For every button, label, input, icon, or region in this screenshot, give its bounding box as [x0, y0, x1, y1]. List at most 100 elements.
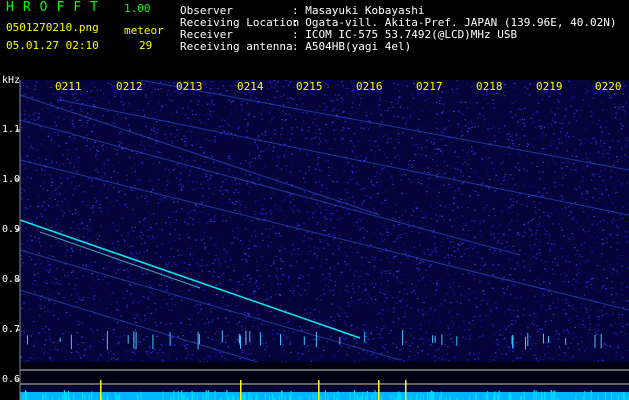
signal-strength-bar	[475, 394, 478, 400]
signal-strength-bar	[582, 396, 584, 400]
signal-strength-bar	[23, 394, 25, 400]
signal-strength-bar	[497, 394, 499, 400]
signal-strength-bar	[597, 395, 599, 400]
signal-strength-bar	[324, 390, 326, 400]
file-timestamp: 05.01.27 02:10	[6, 39, 99, 52]
freq-tick-label: 0.8	[2, 274, 21, 285]
meteor-marker	[378, 380, 380, 400]
signal-strength-bar	[64, 391, 66, 400]
signal-strength-bar	[590, 390, 592, 400]
signal-strength-bar	[327, 394, 329, 400]
signal-strength-bar	[468, 395, 470, 400]
signal-strength-bar	[182, 396, 184, 400]
signal-strength-bar	[233, 394, 235, 400]
signal-strength-bar	[62, 395, 64, 400]
freq-tick-label: 0.7	[2, 324, 21, 335]
signal-strength-bar	[226, 390, 228, 400]
signal-strength-bar	[315, 395, 317, 400]
signal-strength-bar	[493, 394, 495, 400]
time-tick-label: 0217	[416, 80, 443, 93]
signal-strength-bar	[67, 391, 70, 400]
signal-strength-bar	[289, 394, 291, 400]
signal-strength-bar	[170, 394, 172, 400]
freq-tick-label: 1.1	[2, 124, 21, 135]
file-name: 0501270210.png	[6, 21, 99, 34]
lower-band	[20, 362, 629, 386]
signal-strength-bar	[623, 392, 625, 400]
signal-strength-bar	[101, 396, 103, 400]
signal-strength-bar	[399, 393, 402, 400]
signal-strength-bar	[140, 391, 142, 400]
plot-background	[20, 80, 629, 400]
signal-strength-bar	[360, 395, 362, 400]
signal-strength-bar	[320, 395, 322, 400]
freq-tick-label: 0.9	[2, 224, 21, 235]
signal-strength-bar	[533, 390, 535, 400]
signal-strength-bar	[228, 395, 230, 400]
signal-strength-bar	[390, 394, 392, 400]
signal-strength-bar	[552, 393, 554, 400]
signal-strength-bar	[362, 391, 364, 400]
app-version: 1.00	[124, 2, 151, 15]
signal-strength-bar	[439, 395, 441, 400]
signal-strength-bar	[550, 390, 552, 400]
signal-strength-bar	[272, 394, 274, 400]
meteor-marker	[318, 380, 320, 400]
signal-strength-bar	[397, 392, 399, 400]
signal-strength-bar	[269, 395, 271, 400]
signal-strength-bar	[449, 395, 451, 400]
signal-strength-bar	[250, 393, 252, 400]
meteor-marker	[405, 380, 407, 400]
signal-strength-bar	[485, 393, 487, 400]
time-tick-label: 0220	[595, 80, 622, 93]
freq-tick-label: 0.6	[2, 374, 21, 385]
signal-strength-bar	[73, 393, 75, 400]
time-tick-label: 0215	[296, 80, 323, 93]
time-tick-label: 0216	[356, 80, 383, 93]
signal-strength-bar	[554, 390, 556, 400]
signal-strength-bar	[84, 394, 86, 400]
signal-strength-bar	[366, 391, 368, 400]
signal-strength-bar	[523, 395, 525, 400]
signal-strength-bar	[371, 394, 373, 400]
signal-strength-bar	[380, 395, 383, 400]
signal-strength-bar	[242, 395, 244, 400]
signal-strength-bar	[202, 393, 204, 400]
meteor-label: meteor	[124, 24, 164, 37]
signal-strength-bar	[177, 391, 179, 400]
signal-strength-bar	[162, 391, 164, 400]
spectrogram-display	[16, 79, 629, 400]
signal-strength-bar	[627, 396, 629, 400]
signal-strength-bar	[427, 392, 429, 400]
signal-strength-bar	[42, 393, 44, 400]
signal-strength-bar	[543, 393, 546, 400]
signal-strength-bar	[333, 393, 335, 400]
signal-strength-bar	[337, 391, 339, 400]
signal-strength-bar	[136, 394, 138, 400]
signal-strength-bar	[535, 390, 537, 400]
time-tick-label: 0213	[176, 80, 203, 93]
info-key: Receiving antenna	[180, 40, 293, 53]
signal-strength-bar	[278, 395, 280, 400]
signal-strength-bar	[374, 390, 376, 400]
time-tick-label: 0212	[116, 80, 143, 93]
signal-strength-bar	[509, 393, 512, 400]
app-title: HROFFT	[6, 0, 107, 15]
signal-strength-bar	[207, 390, 209, 400]
info-value: : A504HB(yagi 4el)	[292, 40, 412, 53]
hrofft-window: HROFFT 1.00 0501270210.png 05.01.27 02:1…	[0, 0, 629, 400]
signal-strength-bar	[541, 394, 543, 400]
signal-strength-bar	[290, 391, 292, 400]
meteor-marker	[100, 380, 102, 400]
signal-strength-bar	[264, 393, 266, 400]
signal-strength-bar	[429, 392, 431, 400]
signal-strength-bar	[117, 396, 119, 400]
signal-strength-bar	[300, 396, 302, 400]
signal-strength-bar	[416, 393, 418, 400]
signal-strength-bar	[487, 390, 489, 400]
signal-strength-bar	[115, 394, 118, 400]
signal-strength-bar	[584, 391, 586, 400]
signal-strength-bar	[82, 392, 84, 400]
signal-strength-bar	[575, 394, 577, 400]
signal-strength-bar	[205, 390, 207, 400]
